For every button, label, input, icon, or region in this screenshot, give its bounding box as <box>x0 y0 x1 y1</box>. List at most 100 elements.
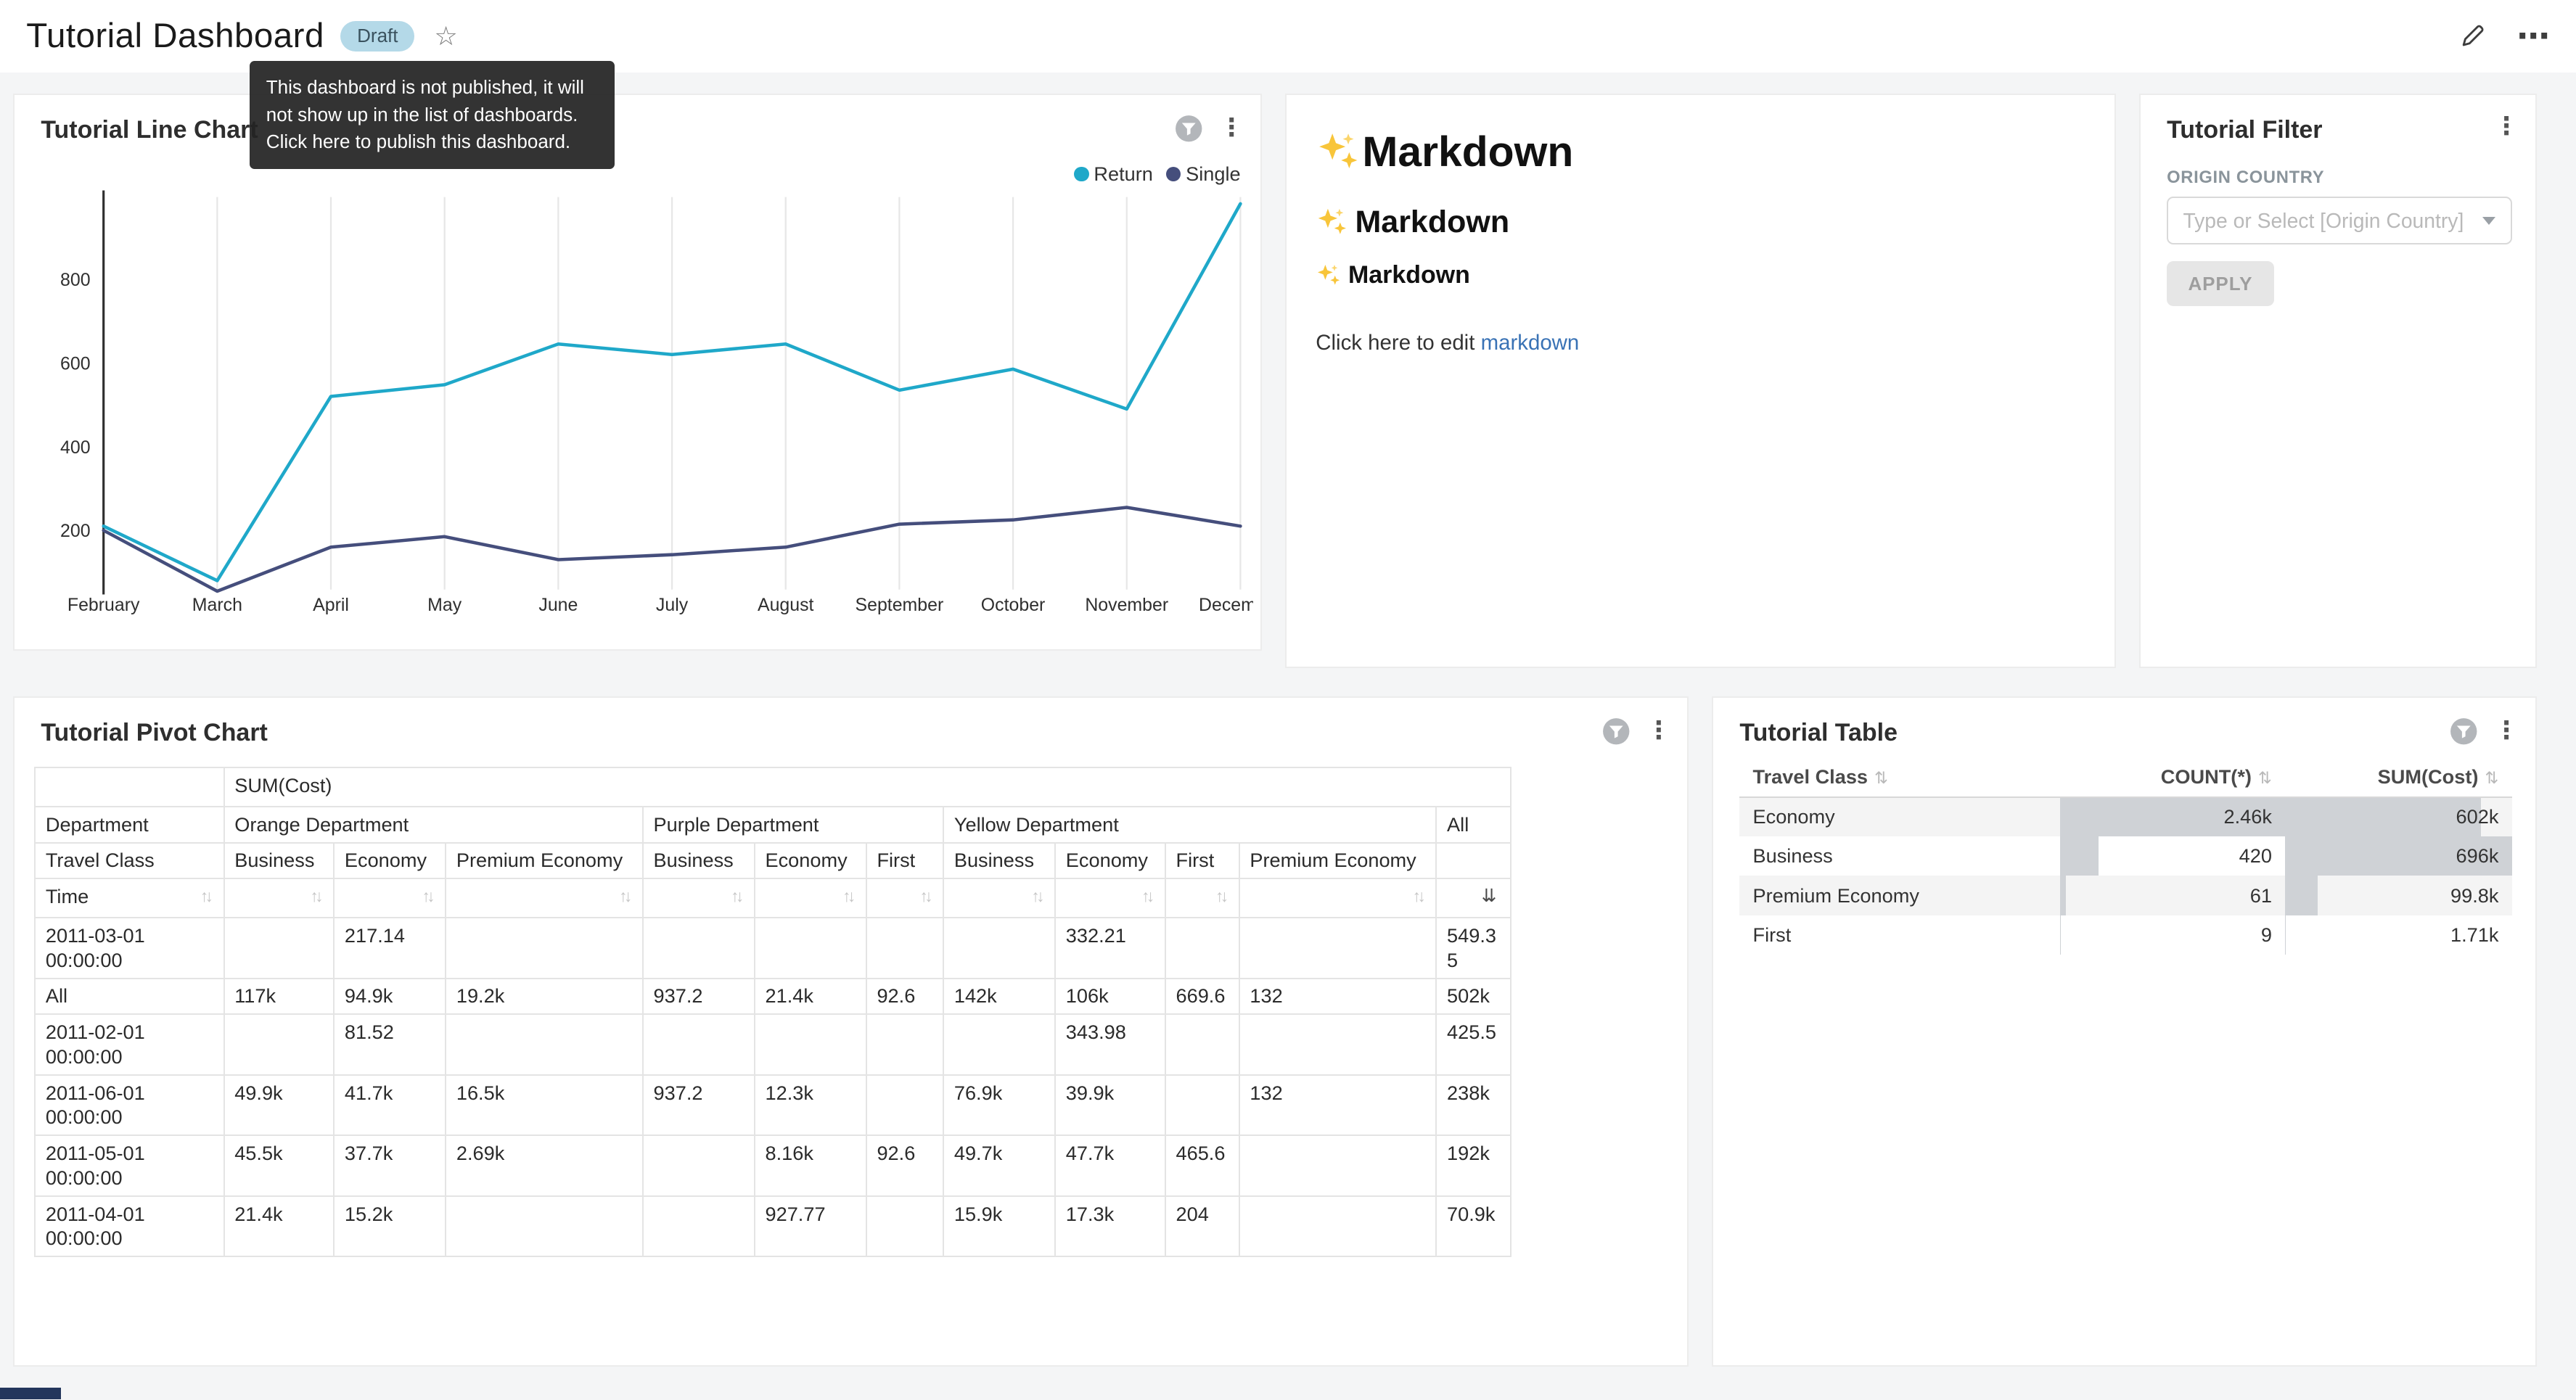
sort-icon[interactable]: ↑↓ <box>731 884 744 909</box>
pivot-cell <box>866 1196 943 1257</box>
pivot-cell: 81.52 <box>334 1014 446 1075</box>
pivot-cell: 549.35 <box>1436 918 1510 979</box>
sort-icon[interactable]: ⇅ <box>2485 769 2498 787</box>
legend-label: Return <box>1094 162 1153 186</box>
pivot-cell <box>446 918 643 979</box>
pivot-cell <box>643 1014 755 1075</box>
star-icon[interactable]: ☆ <box>434 23 457 49</box>
pivot-table-wrap: SUM(Cost)DepartmentOrange DepartmentPurp… <box>34 767 1511 1257</box>
pivot-chart-card: Tutorial Pivot Chart ⋮ SUM(Cost)Departme… <box>13 696 1689 1367</box>
pivot-col-header: First <box>1165 843 1239 879</box>
pivot-cell <box>755 1014 866 1075</box>
kebab-menu-icon[interactable]: ⋮ <box>2494 115 2519 139</box>
filter-card-title: Tutorial Filter <box>2167 116 2322 144</box>
table-row: Premium Economy6199.8k <box>1739 876 2511 915</box>
svg-text:March: March <box>192 595 242 615</box>
pivot-cell: 76.9k <box>943 1075 1055 1136</box>
pivot-cell: 343.98 <box>1055 1014 1165 1075</box>
pivot-cell <box>224 1014 335 1075</box>
pivot-row: 2011-05-01 00:00:0045.5k37.7k2.69k8.16k9… <box>35 1135 1510 1196</box>
sort-icon[interactable]: ↑↓ <box>311 884 324 909</box>
sort-icon[interactable]: ↑↓ <box>842 884 856 909</box>
legend-item[interactable]: Single <box>1166 162 1241 186</box>
pivot-cell: 21.4k <box>755 979 866 1015</box>
pivot-cell: 2.69k <box>446 1135 643 1196</box>
pivot-cell <box>1165 1075 1239 1136</box>
pivot-row-label: 2011-05-01 00:00:00 <box>35 1135 223 1196</box>
pivot-table: SUM(Cost)DepartmentOrange DepartmentPurp… <box>34 767 1511 1257</box>
pivot-cell: 106k <box>1055 979 1165 1015</box>
pivot-group-header: Orange Department <box>224 807 643 843</box>
pivot-cell: 669.6 <box>1165 979 1239 1015</box>
apply-button[interactable]: APPLY <box>2167 261 2274 307</box>
svg-text:June: June <box>538 595 578 615</box>
pivot-cell: 19.2k <box>446 979 643 1015</box>
sort-icon[interactable]: ↑↓ <box>1032 884 1045 909</box>
chart-legend: Return Single <box>1074 162 1240 186</box>
sparkles-icon <box>1316 130 1361 175</box>
table-card-title: Tutorial Table <box>1739 719 1898 747</box>
filter-scope-icon[interactable] <box>2450 717 2477 745</box>
pivot-col-header: Economy <box>334 843 446 879</box>
publish-tooltip[interactable]: This dashboard is not published, it will… <box>250 61 615 169</box>
svg-text:April: April <box>313 595 349 615</box>
legend-dot <box>1074 167 1088 181</box>
sort-icon[interactable]: ⇊ <box>1482 884 1500 909</box>
cell-count: 2.46k <box>2060 797 2285 836</box>
draft-badge[interactable]: Draft <box>340 21 414 52</box>
kebab-menu-icon[interactable]: ⋮ <box>1219 116 1244 141</box>
line-chart-plot[interactable]: 200400600800FebruaryMarchAprilMayJuneJul… <box>25 187 1254 630</box>
pivot-col-header: Economy <box>1055 843 1165 879</box>
edit-pencil-icon[interactable] <box>2458 21 2487 51</box>
pivot-card-title: Tutorial Pivot Chart <box>41 719 268 747</box>
origin-country-select[interactable]: Type or Select [Origin Country] <box>2167 197 2511 244</box>
pivot-cell: 49.7k <box>943 1135 1055 1196</box>
pivot-row-label: 2011-03-01 00:00:00 <box>35 918 223 979</box>
legend-item[interactable]: Return <box>1074 162 1153 186</box>
sort-icon[interactable]: ↑↓ <box>1141 884 1154 909</box>
filter-scope-icon[interactable] <box>1602 717 1630 745</box>
sort-icon[interactable]: ↑↓ <box>920 884 933 909</box>
col-header-travel-class[interactable]: Travel Class⇅ <box>1739 757 2059 796</box>
sparkles-icon <box>1316 206 1348 239</box>
pivot-cell <box>446 1196 643 1257</box>
sort-icon[interactable]: ↑↓ <box>1215 884 1228 909</box>
sparkles-icon <box>1316 263 1342 289</box>
cell-bar <box>2060 836 2099 876</box>
sort-icon[interactable]: ↑↓ <box>619 884 632 909</box>
svg-text:July: July <box>656 595 689 615</box>
pivot-row: 2011-02-01 00:00:00 81.52 343.98 425.5 <box>35 1014 1510 1075</box>
pivot-cell: 49.9k <box>224 1075 335 1136</box>
filter-scope-icon[interactable] <box>1175 115 1202 142</box>
sort-icon[interactable]: ↑↓ <box>200 884 213 909</box>
markdown-link[interactable]: markdown <box>1481 331 1580 355</box>
pivot-col-header: Business <box>943 843 1055 879</box>
pivot-cell: 502k <box>1436 979 1510 1015</box>
pivot-cell <box>1165 918 1239 979</box>
dashboard-app: Tutorial Dashboard Draft ☆ ⋯ This dashbo… <box>0 0 2576 1399</box>
filter-card: Tutorial Filter ⋮ ORIGIN COUNTRY Type or… <box>2139 94 2537 668</box>
col-header-sum[interactable]: SUM(Cost)⇅ <box>2285 757 2511 796</box>
cell-sum: 602k <box>2285 797 2511 836</box>
sort-icon[interactable]: ⇅ <box>2258 769 2272 787</box>
pivot-cell: 425.5 <box>1436 1014 1510 1075</box>
pivot-sub-axis: Travel Class <box>35 843 223 879</box>
cell-count: 420 <box>2060 836 2285 876</box>
sort-icon[interactable]: ↑↓ <box>1413 884 1426 909</box>
markdown-h1: Markdown <box>1316 128 2085 176</box>
data-table: Travel Class⇅COUNT(*)⇅SUM(Cost)⇅Economy2… <box>1739 757 2511 955</box>
select-placeholder: Type or Select [Origin Country] <box>2183 209 2482 233</box>
pivot-row-label: 2011-02-01 00:00:00 <box>35 1014 223 1075</box>
pivot-col-header: Economy <box>755 843 866 879</box>
bottom-left-strip <box>0 1388 61 1399</box>
chevron-down-icon <box>2482 217 2495 225</box>
pivot-cell: 465.6 <box>1165 1135 1239 1196</box>
kebab-menu-icon[interactable]: ⋮ <box>2494 719 2519 744</box>
pivot-group-header: All <box>1436 807 1510 843</box>
sort-icon[interactable]: ↑↓ <box>422 884 435 909</box>
more-menu-icon[interactable]: ⋯ <box>2517 20 2550 52</box>
col-header-count[interactable]: COUNT(*)⇅ <box>2060 757 2285 796</box>
kebab-menu-icon[interactable]: ⋮ <box>1646 719 1671 744</box>
sort-icon[interactable]: ⇅ <box>1874 769 1888 787</box>
pivot-sort-row: Time↑↓↑↓↑↓↑↓↑↓↑↓↑↓↑↓↑↓↑↓↑↓⇊ <box>35 878 1510 918</box>
